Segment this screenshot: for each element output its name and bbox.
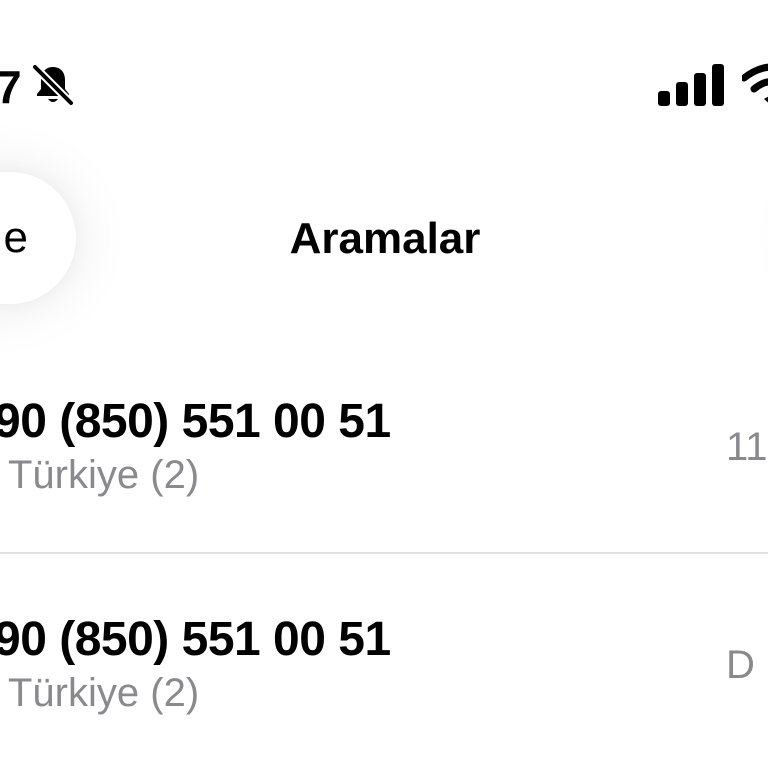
call-row[interactable]: 90 (850) 551 00 51 Türkiye (2) D bbox=[0, 554, 768, 768]
call-number: 90 (850) 551 00 51 bbox=[0, 613, 391, 666]
cellular-signal-icon bbox=[658, 64, 724, 106]
call-label: Türkiye (2) bbox=[8, 671, 200, 715]
recents-screen: 7 e Aramalar 90 (850) 551 00 51 Türkiye … bbox=[0, 0, 768, 768]
page-title: Aramalar bbox=[289, 214, 481, 263]
call-time: D bbox=[726, 643, 755, 687]
wifi-icon bbox=[742, 63, 768, 103]
call-label: Türkiye (2) bbox=[8, 453, 200, 497]
call-time: 11 bbox=[726, 425, 768, 469]
bell-slash-icon bbox=[31, 63, 75, 107]
status-time: 7 bbox=[0, 61, 22, 113]
call-row[interactable]: 90 (850) 551 00 51 Türkiye (2) 11 bbox=[0, 336, 768, 556]
call-number: 90 (850) 551 00 51 bbox=[0, 395, 391, 448]
